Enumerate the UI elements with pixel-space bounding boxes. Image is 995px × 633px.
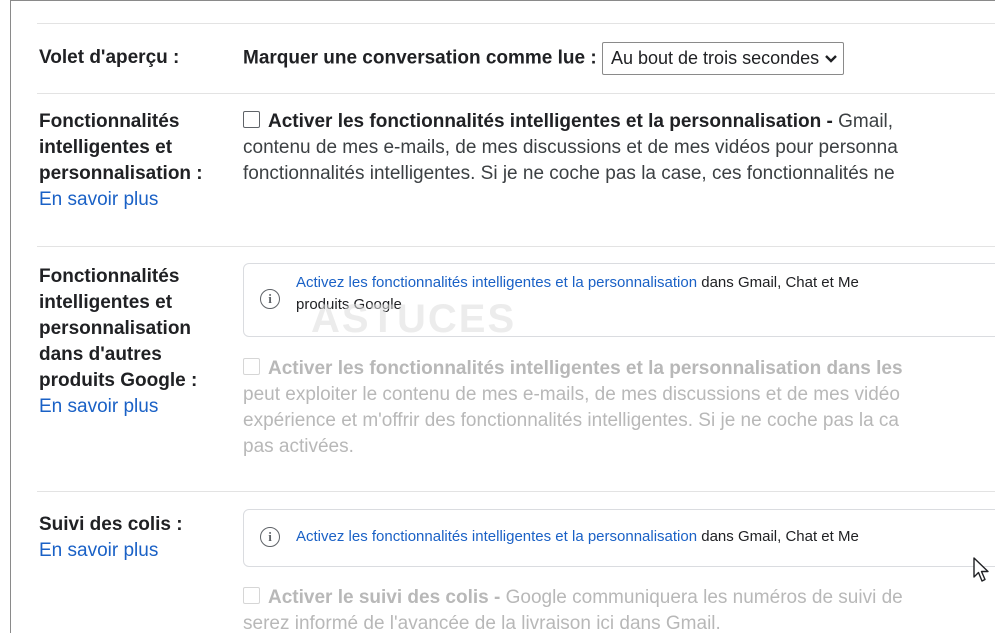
activate-smart-features-link[interactable]: Activez les fonctionnalités intelligente… (296, 274, 697, 291)
package-tracking-info-banner: i Activez les fonctionnalités intelligen… (243, 509, 995, 567)
smart-other-products-label: Fonctionnalités intelligentes et personn… (39, 264, 239, 420)
package-tracking-label: Suivi des colis : En savoir plus (39, 512, 239, 564)
chevron-down-icon (825, 46, 837, 70)
info-icon: i (260, 289, 280, 309)
smart-other-products-checkbox-title: Activer les fonctionnalités intelligente… (268, 358, 903, 379)
info-icon: i (260, 527, 280, 547)
divider (37, 23, 995, 24)
settings-panel: Volet d'aperçu : Marquer une conversatio… (10, 0, 995, 633)
smart-features-checkbox-title: Activer les fonctionnalités intelligente… (268, 111, 833, 132)
smart-other-products-info-banner: i Activez les fonctionnalités intelligen… (243, 263, 995, 337)
package-tracking-learn-more-link[interactable]: En savoir plus (39, 538, 239, 564)
preview-pane-setting: Marquer une conversation comme lue : Au … (243, 42, 995, 75)
preview-pane-label: Volet d'aperçu : (39, 47, 180, 68)
smart-features-checkbox[interactable] (243, 111, 260, 128)
mouse-cursor-icon (973, 557, 991, 588)
smart-other-products-setting: Activer les fonctionnalités intelligente… (243, 356, 995, 460)
divider (37, 246, 995, 247)
activate-smart-features-link[interactable]: Activez les fonctionnalités intelligente… (296, 528, 697, 545)
mark-read-select-value: Au bout de trois secondes (610, 48, 820, 68)
package-tracking-setting: Activer le suivi des colis - Google comm… (243, 585, 995, 633)
divider (37, 491, 995, 492)
package-tracking-checkbox-title: Activer le suivi des colis - (268, 587, 501, 608)
smart-other-products-checkbox[interactable] (243, 358, 260, 375)
smart-features-learn-more-link[interactable]: En savoir plus (39, 187, 239, 213)
smart-other-products-description: peut exploiter le contenu de mes e-mails… (243, 384, 900, 405)
smart-features-description: contenu de mes e-mails, de mes discussio… (243, 137, 898, 158)
smart-other-products-learn-more-link[interactable]: En savoir plus (39, 394, 239, 420)
mark-read-select[interactable]: Au bout de trois secondes (601, 42, 845, 75)
package-tracking-checkbox[interactable] (243, 587, 260, 604)
mark-read-label: Marquer une conversation comme lue : (243, 47, 597, 69)
smart-features-setting: Activer les fonctionnalités intelligente… (243, 109, 995, 187)
package-tracking-description: serez informé de l'avancée de la livrais… (243, 613, 721, 633)
divider (37, 93, 995, 94)
smart-features-label: Fonctionnalités intelligentes et personn… (39, 109, 239, 213)
